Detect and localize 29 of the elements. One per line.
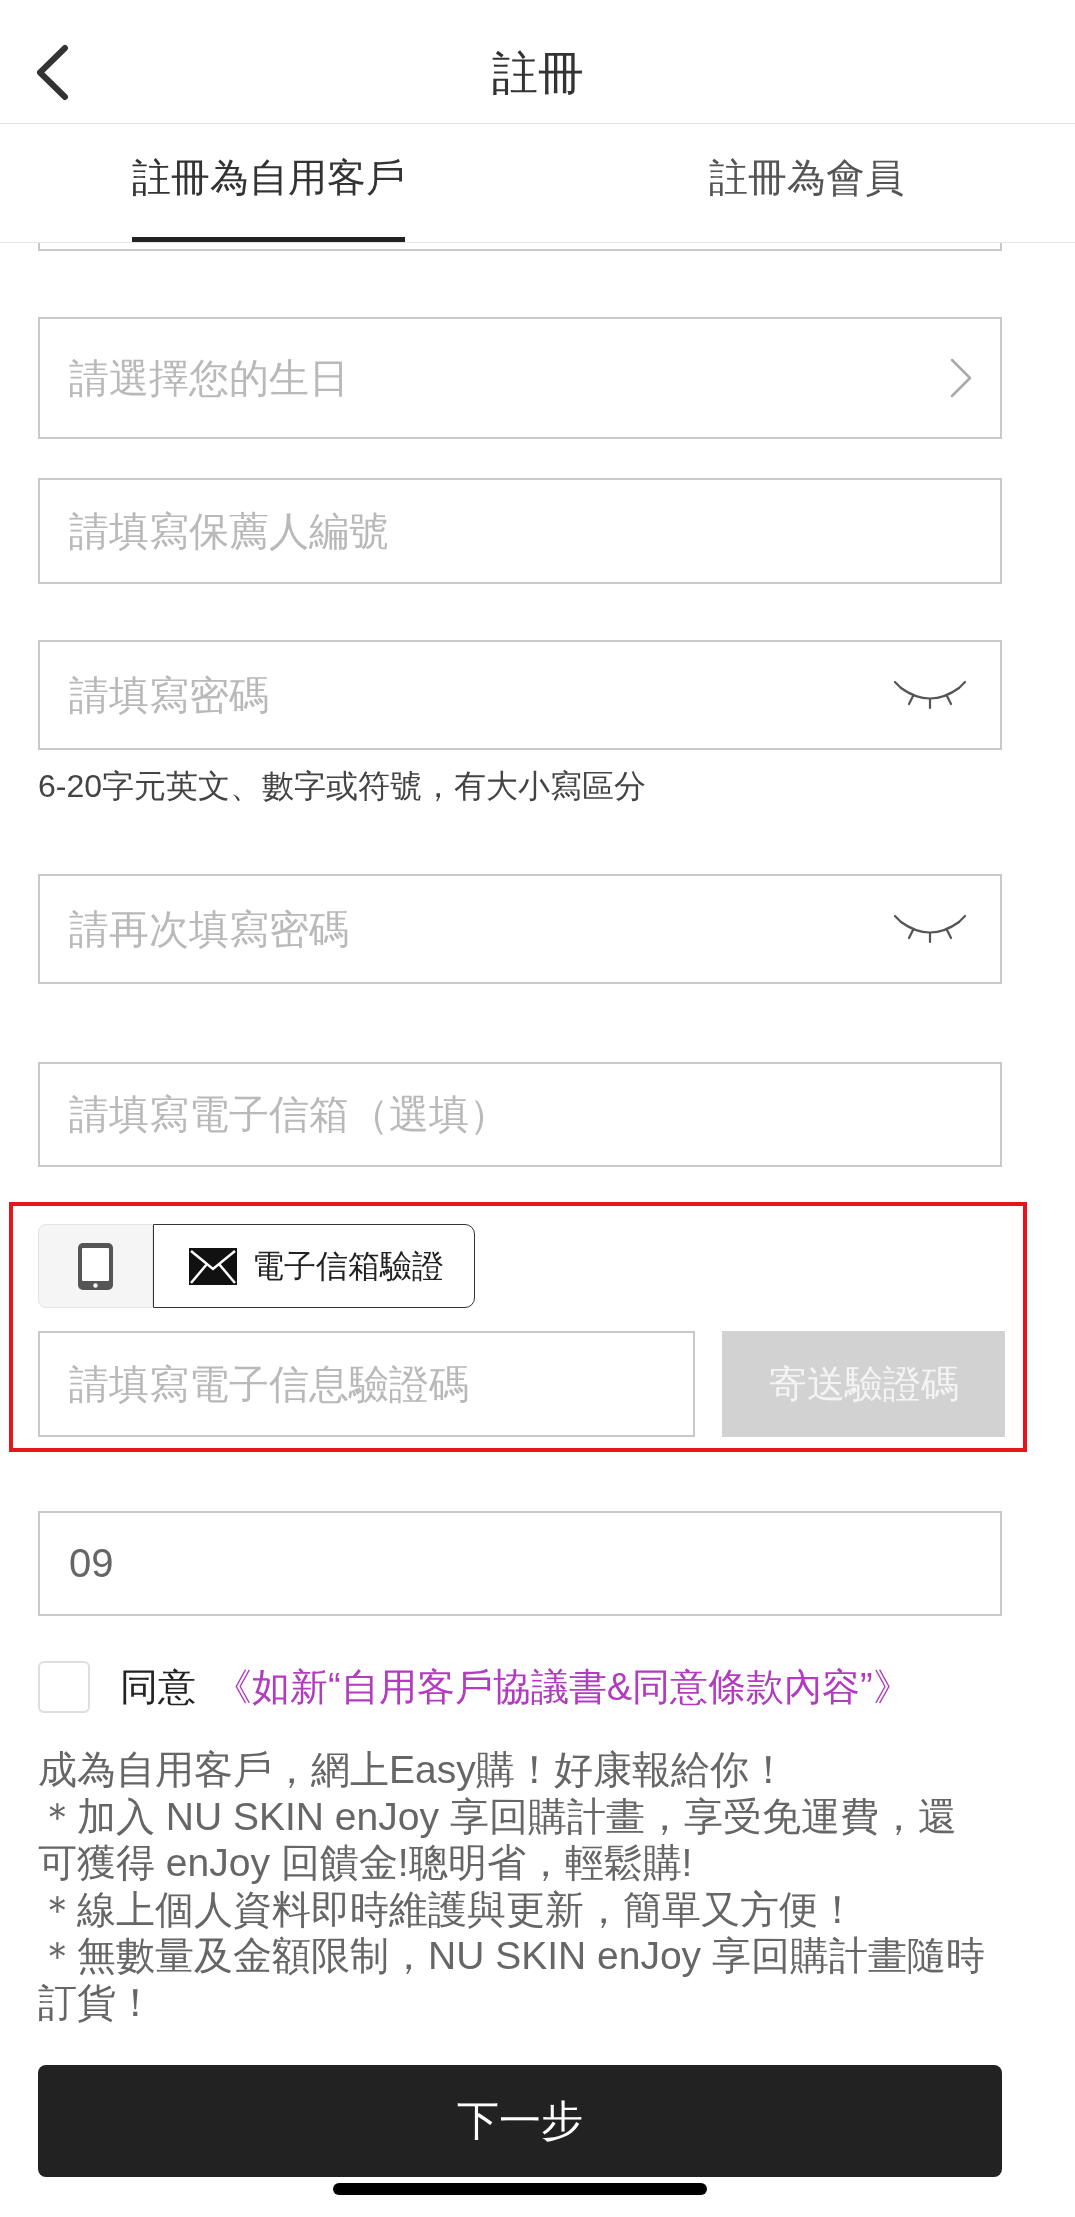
phone-field[interactable]: 09 — [38, 1511, 1002, 1616]
promo-text: ＊加入 NU SKIN enJoy 享回購計畫，享受免運費，還可獲得 enJoy 回饋金!聰明省，輕鬆購! — [38, 1793, 958, 1887]
chevron-right-icon — [949, 357, 973, 399]
agree-checkbox[interactable] — [38, 1661, 90, 1713]
promo-text: 成為自用客戶，網上Easy購！好康報給你！ — [38, 1747, 789, 1793]
next-button[interactable]: 下一步 — [38, 2064, 1002, 2177]
select-field[interactable]: 請選擇您的生日 — [38, 317, 1002, 439]
input-field[interactable] — [38, 243, 1002, 251]
password-field[interactable]: 請再次填寫密碼 — [38, 874, 1002, 984]
password-hint: 6-20字元英文、數字或符號，有大小寫區分 — [38, 767, 648, 806]
promo-text: ＊無數量及金額限制，NU SKIN enJoy 享回購計畫隨時訂貨！ — [38, 1933, 986, 2026]
code-field[interactable]: 請填寫電子信息驗證碼 — [38, 1331, 695, 1437]
envelope-icon — [189, 1247, 237, 1285]
email-tab[interactable]: 電子信箱驗證 — [153, 1224, 475, 1308]
page-title: 註冊 — [491, 45, 584, 101]
back-button[interactable] — [35, 44, 69, 101]
input-field[interactable]: 請填寫電子信箱（選填） — [38, 1062, 1002, 1167]
closed-eye-icon[interactable] — [893, 913, 967, 945]
terms-link[interactable]: 《如新“自用客戶協議書&同意條款內容”》 — [214, 1664, 911, 1710]
promo-text: ＊線上個人資料即時維護與更新，簡單又方便！ — [38, 1886, 858, 1933]
mobile-phone-icon — [78, 1242, 113, 1290]
password-field[interactable]: 請填寫密碼 — [38, 640, 1002, 750]
input-field[interactable]: 請填寫保薦人編號 — [38, 478, 1002, 584]
closed-eye-icon[interactable] — [893, 679, 967, 711]
tab[interactable]: 註冊為會員 — [537, 124, 1075, 242]
phone-tab[interactable] — [38, 1224, 153, 1308]
tab[interactable]: 註冊為自用客戶 — [0, 124, 538, 242]
agree-label: 同意 — [120, 1665, 196, 1710]
chevron-left-icon — [35, 44, 69, 101]
